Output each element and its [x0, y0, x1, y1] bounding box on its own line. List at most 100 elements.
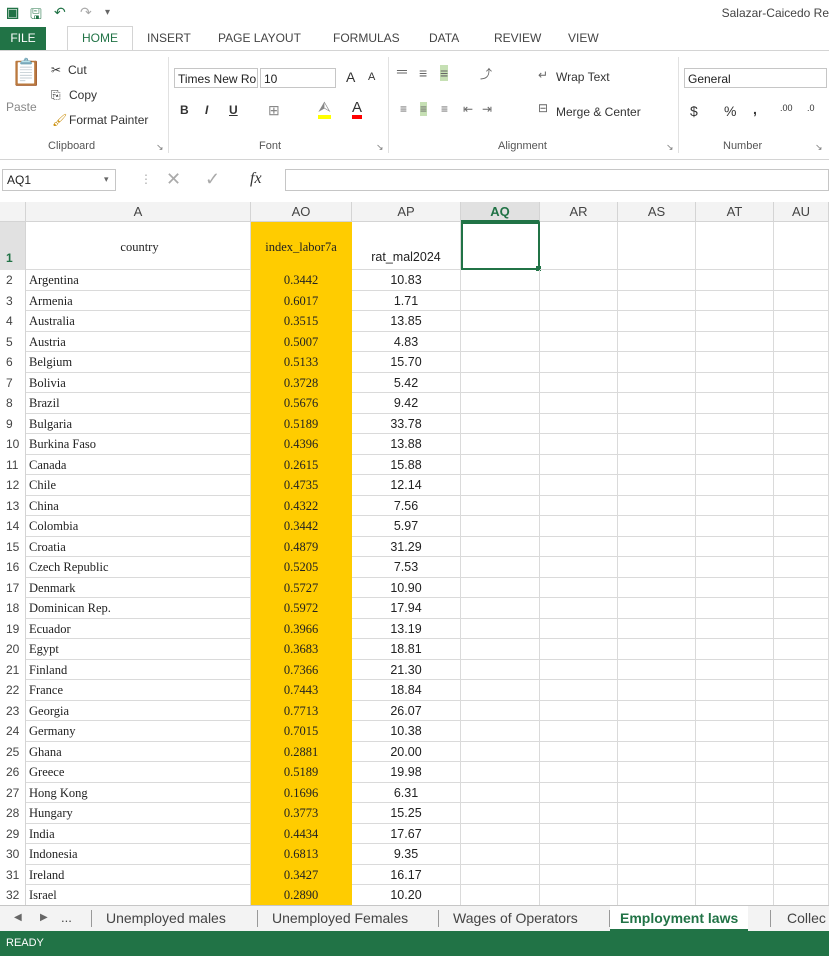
cell-country[interactable]: Bulgaria — [26, 413, 251, 434]
cell-empty[interactable] — [774, 741, 829, 762]
cell-empty[interactable] — [618, 475, 696, 496]
select-all-corner[interactable] — [0, 202, 26, 222]
cell-country[interactable]: Australia — [26, 311, 251, 332]
cell-empty[interactable] — [540, 516, 618, 537]
cell-empty[interactable] — [540, 413, 618, 434]
formula-input[interactable] — [285, 169, 829, 191]
cell-empty[interactable] — [696, 577, 774, 598]
font-name-select[interactable]: Times New Ro — [174, 68, 258, 88]
cell-rat-mal2024[interactable]: 21.30 — [352, 659, 461, 680]
align-middle-icon[interactable]: ≡ — [419, 65, 427, 81]
cell-empty[interactable] — [774, 823, 829, 844]
cell-index-labor7a[interactable]: 0.2890 — [251, 885, 352, 906]
cell-empty[interactable] — [618, 222, 696, 270]
cut-icon[interactable]: ✂ — [51, 63, 61, 77]
cell-rat-mal2024[interactable]: 7.56 — [352, 495, 461, 516]
cell-rat-mal2024[interactable]: 5.97 — [352, 516, 461, 537]
cell-rat-mal2024[interactable]: 33.78 — [352, 413, 461, 434]
cell-empty[interactable] — [696, 393, 774, 414]
cell-country[interactable]: Georgia — [26, 700, 251, 721]
sheet-tab-employment-laws[interactable]: Employment laws — [610, 906, 749, 931]
number-launcher-icon[interactable]: ↘ — [815, 142, 823, 153]
cell-empty[interactable] — [540, 311, 618, 332]
row-header[interactable]: 8 — [0, 393, 26, 414]
cell-empty[interactable] — [540, 864, 618, 885]
cell-empty[interactable] — [540, 536, 618, 557]
row-header[interactable]: 25 — [0, 741, 26, 762]
cell-empty[interactable] — [774, 639, 829, 660]
cell-empty[interactable] — [774, 762, 829, 783]
cell-empty[interactable] — [696, 495, 774, 516]
cell-empty[interactable] — [696, 680, 774, 701]
cell-empty[interactable] — [540, 598, 618, 619]
paste-button[interactable]: Paste — [6, 100, 37, 114]
cell-rat-mal2024[interactable]: 18.81 — [352, 639, 461, 660]
row-header[interactable]: 28 — [0, 803, 26, 824]
cell-country[interactable]: Greece — [26, 762, 251, 783]
scroll-left-icon[interactable]: ◀ — [14, 906, 22, 930]
row-header[interactable]: 5 — [0, 331, 26, 352]
cell-empty[interactable] — [540, 454, 618, 475]
name-box[interactable]: AQ1 — [2, 169, 116, 191]
cell-empty[interactable] — [618, 372, 696, 393]
cell-empty[interactable] — [696, 864, 774, 885]
cell-country[interactable]: India — [26, 823, 251, 844]
cell-rat-mal2024[interactable]: 13.19 — [352, 618, 461, 639]
cell-empty[interactable] — [774, 290, 829, 311]
format-painter-icon[interactable]: 🖌 — [52, 113, 67, 127]
cell-empty[interactable] — [774, 885, 829, 906]
font-size-select[interactable]: 10 — [260, 68, 336, 88]
enter-icon[interactable]: ✓ — [205, 169, 220, 190]
cell-country[interactable]: Austria — [26, 331, 251, 352]
column-header-as[interactable]: AS — [618, 202, 696, 222]
cell-empty[interactable] — [540, 495, 618, 516]
row-header[interactable]: 9 — [0, 413, 26, 434]
column-header-aq[interactable]: AQ — [461, 202, 540, 222]
cell-country[interactable]: Denmark — [26, 577, 251, 598]
underline-button[interactable]: U — [229, 103, 238, 117]
row-header[interactable]: 10 — [0, 434, 26, 455]
cell-empty[interactable] — [461, 434, 540, 455]
row-header[interactable]: 17 — [0, 577, 26, 598]
row-header[interactable]: 16 — [0, 557, 26, 578]
align-top-icon[interactable]: ═ — [397, 63, 407, 79]
row-header[interactable]: 2 — [0, 270, 26, 291]
cell-empty[interactable] — [540, 741, 618, 762]
cell-empty[interactable] — [461, 270, 540, 291]
insert-function-button[interactable]: fx — [250, 170, 262, 188]
cell-index-labor7a[interactable]: 0.4322 — [251, 495, 352, 516]
sheet-tab-collec[interactable]: Collec — [787, 906, 826, 930]
cell-empty[interactable] — [461, 495, 540, 516]
cell-empty[interactable] — [774, 659, 829, 680]
cell-empty[interactable] — [540, 331, 618, 352]
cell-empty[interactable] — [540, 659, 618, 680]
cell-rat-mal2024[interactable]: 10.38 — [352, 721, 461, 742]
cell-empty[interactable] — [774, 495, 829, 516]
cell-empty[interactable] — [618, 413, 696, 434]
cell-empty[interactable] — [461, 413, 540, 434]
cell-empty[interactable] — [461, 680, 540, 701]
cell-empty[interactable] — [696, 762, 774, 783]
row-header[interactable]: 14 — [0, 516, 26, 537]
cell-index-labor7a[interactable]: 0.4396 — [251, 434, 352, 455]
header-cell-rat-mal2024[interactable]: rat_mal2024 — [352, 222, 461, 270]
worksheet-grid[interactable]: A AO AP AQ AR AS AT AU 1 country index_l… — [0, 202, 829, 906]
row-header[interactable]: 30 — [0, 844, 26, 865]
cell-empty[interactable] — [774, 270, 829, 291]
cell-country[interactable]: Argentina — [26, 270, 251, 291]
column-header-ap[interactable]: AP — [352, 202, 461, 222]
orientation-icon[interactable]: ⤴ — [480, 65, 492, 82]
cell-rat-mal2024[interactable]: 9.35 — [352, 844, 461, 865]
cell-empty[interactable] — [461, 372, 540, 393]
cell-empty[interactable] — [618, 577, 696, 598]
cell-empty[interactable] — [774, 475, 829, 496]
row-header[interactable]: 19 — [0, 618, 26, 639]
cell-index-labor7a[interactable]: 0.4434 — [251, 823, 352, 844]
row-header[interactable]: 23 — [0, 700, 26, 721]
cell-index-labor7a[interactable]: 0.3773 — [251, 803, 352, 824]
cell-empty[interactable] — [540, 721, 618, 742]
cell-index-labor7a[interactable]: 0.7713 — [251, 700, 352, 721]
cell-rat-mal2024[interactable]: 16.17 — [352, 864, 461, 885]
save-icon[interactable]: 🖫 — [30, 4, 42, 28]
row-header[interactable]: 27 — [0, 782, 26, 803]
